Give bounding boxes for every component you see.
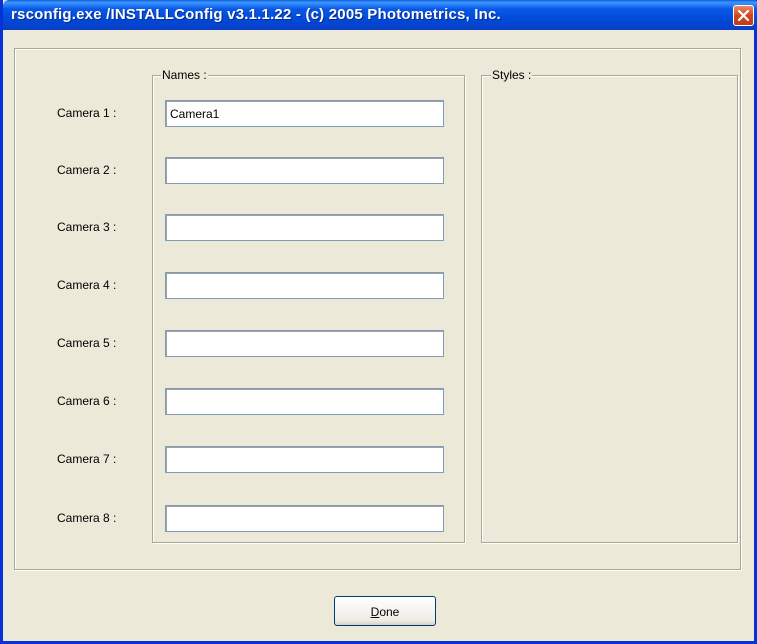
camera-1-name-input[interactable] (165, 100, 444, 127)
camera-8-label: Camera 8 : (57, 511, 117, 525)
camera-2-label: Camera 2 : (57, 163, 117, 177)
window-title: rsconfig.exe /INSTALLConfig v3.1.1.22 - … (11, 6, 501, 23)
styles-group: Styles : (481, 68, 738, 543)
dialog-window: rsconfig.exe /INSTALLConfig v3.1.1.22 - … (0, 0, 757, 644)
close-icon (737, 9, 750, 22)
camera-6-name-input[interactable] (165, 388, 444, 415)
camera-2-name-input[interactable] (165, 157, 444, 184)
camera-3-label: Camera 3 : (57, 220, 117, 234)
camera-3-name-input[interactable] (165, 214, 444, 241)
camera-5-name-input[interactable] (165, 330, 444, 357)
done-button[interactable]: Done (334, 596, 436, 626)
camera-1-label: Camera 1 : (57, 106, 117, 120)
done-button-mnemonic: D (370, 605, 380, 619)
camera-4-label: Camera 4 : (57, 278, 117, 292)
camera-5-label: Camera 5 : (57, 336, 117, 350)
camera-7-name-input[interactable] (165, 446, 444, 473)
camera-7-label: Camera 7 : (57, 452, 117, 466)
names-group-label: Names : (161, 68, 208, 83)
camera-8-name-input[interactable] (165, 505, 444, 532)
camera-6-label: Camera 6 : (57, 394, 117, 408)
done-button-label-rest: one (379, 605, 400, 619)
title-bar[interactable]: rsconfig.exe /INSTALLConfig v3.1.1.22 - … (3, 0, 757, 30)
styles-group-label: Styles : (491, 68, 533, 83)
close-button[interactable] (733, 5, 754, 26)
camera-4-name-input[interactable] (165, 272, 444, 299)
